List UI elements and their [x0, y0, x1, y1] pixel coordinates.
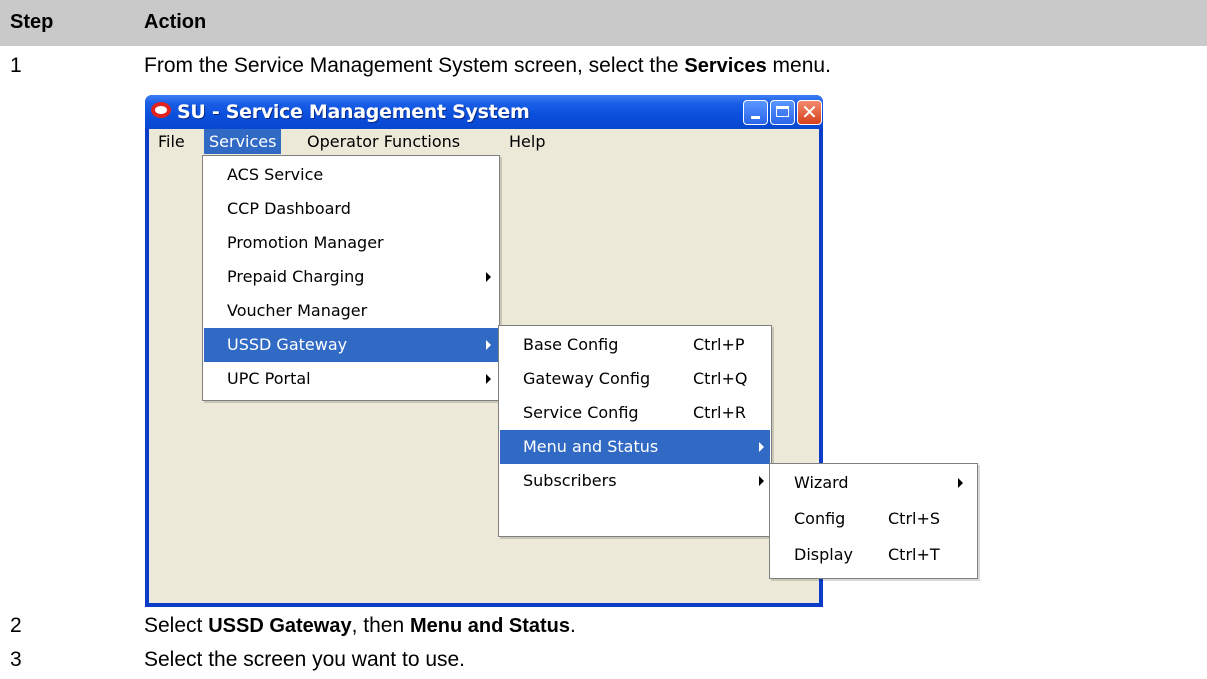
menu-services[interactable]: Services: [204, 129, 282, 154]
minimize-button[interactable]: [743, 100, 768, 125]
step-text-part: Select: [144, 614, 209, 637]
submenu-arrow-icon: [759, 442, 764, 452]
menu-item-prepaid-charging[interactable]: Prepaid Charging: [204, 260, 498, 294]
menu-item-label: Subscribers: [523, 471, 617, 490]
step-text: From the Service Management System scree…: [144, 54, 831, 78]
step-text-part: .: [570, 614, 576, 637]
step-text-part: From the Service Management System scree…: [144, 54, 685, 77]
shortcut-label: Ctrl+Q: [693, 369, 748, 388]
submenu-arrow-icon: [958, 478, 963, 488]
menu-item-label: UPC Portal: [227, 369, 311, 388]
menu-item-label: Gateway Config: [523, 369, 651, 388]
close-button[interactable]: ✕: [797, 100, 822, 125]
shortcut-label: Ctrl+T: [888, 545, 940, 564]
menu-item-config[interactable]: Config Ctrl+S: [771, 502, 976, 536]
submenu-arrow-icon: [759, 476, 764, 486]
menu-item-ussd-gateway[interactable]: USSD Gateway: [204, 328, 498, 362]
step-number: 3: [10, 648, 22, 671]
maximize-icon: [776, 106, 789, 117]
menu-item-label: Wizard: [794, 473, 849, 492]
menu-item-label: Service Config: [523, 403, 639, 422]
menu-item-gateway-config[interactable]: Gateway Config Ctrl+Q: [500, 362, 770, 396]
step-text-part: menu.: [766, 54, 831, 77]
minimize-icon: [751, 116, 760, 119]
menu-item-display[interactable]: Display Ctrl+T: [771, 538, 976, 572]
submenu-arrow-icon: [486, 340, 491, 350]
submenu-arrow-icon: [486, 272, 491, 282]
menu-and-status-submenu: Wizard Config Ctrl+S Display Ctrl+T: [769, 463, 978, 579]
menu-file[interactable]: File: [153, 129, 190, 154]
step-number: 1: [10, 54, 22, 77]
step-text-bold: Services: [684, 55, 767, 77]
menu-item-label: ACS Service: [227, 165, 324, 184]
menubar: File Services Operator Functions Help: [149, 129, 819, 155]
menu-item-subscribers[interactable]: Subscribers: [500, 464, 770, 498]
step-number: 2: [10, 614, 22, 637]
menu-item-wizard[interactable]: Wizard: [771, 466, 976, 500]
window-client-area: File Services Operator Functions Help AC…: [149, 129, 819, 603]
shortcut-label: Ctrl+S: [888, 509, 941, 528]
menu-item-label: CCP Dashboard: [227, 199, 351, 218]
menu-item-promotion-manager[interactable]: Promotion Manager: [204, 226, 498, 260]
step-text-bold: Menu and Status: [409, 615, 570, 637]
oracle-logo-icon: [151, 102, 171, 118]
menu-item-label: Promotion Manager: [227, 233, 384, 252]
action-column-header: Action: [144, 11, 207, 33]
menu-item-base-config[interactable]: Base Config Ctrl+P: [500, 328, 770, 362]
menu-item-menu-and-status[interactable]: Menu and Status: [500, 430, 770, 464]
step-text-bold: USSD Gateway: [208, 615, 352, 637]
shortcut-label: Ctrl+P: [693, 335, 745, 354]
maximize-button[interactable]: [770, 100, 795, 125]
menu-item-voucher-manager[interactable]: Voucher Manager: [204, 294, 498, 328]
close-icon: ✕: [801, 100, 818, 124]
services-menu: ACS Service CCP Dashboard Promotion Mana…: [202, 155, 500, 401]
menu-item-label: Display: [794, 545, 853, 564]
table-header: Step Action: [0, 0, 1207, 46]
menu-operator-functions[interactable]: Operator Functions: [302, 129, 465, 154]
menu-item-label: Base Config: [523, 335, 619, 354]
step-column-header: Step: [10, 11, 54, 33]
ussd-gateway-submenu: Base Config Ctrl+P Gateway Config Ctrl+Q S…: [498, 325, 772, 537]
step-text-part: , then: [351, 614, 410, 637]
window-title: SU - Service Management System: [177, 101, 530, 123]
menu-item-label: Menu and Status: [523, 437, 659, 456]
menu-item-service-config[interactable]: Service Config Ctrl+R: [500, 396, 770, 430]
window-titlebar[interactable]: SU - Service Management System ✕: [145, 95, 823, 129]
submenu-arrow-icon: [486, 374, 491, 384]
menu-item-ccp-dashboard[interactable]: CCP Dashboard: [204, 192, 498, 226]
menu-item-label: Config: [794, 509, 846, 528]
menu-item-label: USSD Gateway: [227, 335, 348, 354]
shortcut-label: Ctrl+R: [693, 403, 746, 422]
menu-item-upc-portal[interactable]: UPC Portal: [204, 362, 498, 396]
menu-help[interactable]: Help: [504, 129, 550, 154]
step-text: Select USSD Gateway, then Menu and Statu…: [144, 614, 576, 638]
menu-item-label: Voucher Manager: [227, 301, 368, 320]
step-text: Select the screen you want to use.: [144, 648, 466, 671]
menu-item-label: Prepaid Charging: [227, 267, 365, 286]
sms-window: SU - Service Management System ✕ File Se…: [145, 95, 823, 607]
menu-item-acs-service[interactable]: ACS Service: [204, 158, 498, 192]
